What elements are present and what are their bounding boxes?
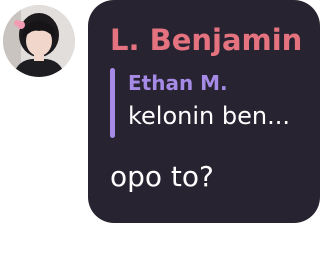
message-text: opo to? [110,160,214,193]
avatar-photo-icon [3,5,75,77]
reply-quote[interactable]: Ethan M. kelonin ben... [110,68,320,138]
message-bubble[interactable]: L. Benjamin Ethan M. kelonin ben... opo … [88,0,320,223]
sender-name[interactable]: L. Benjamin [110,22,302,58]
reply-author: Ethan M. [128,71,228,95]
reply-accent-bar [110,68,115,138]
avatar[interactable] [3,5,75,77]
reply-text: kelonin ben... [128,102,290,130]
